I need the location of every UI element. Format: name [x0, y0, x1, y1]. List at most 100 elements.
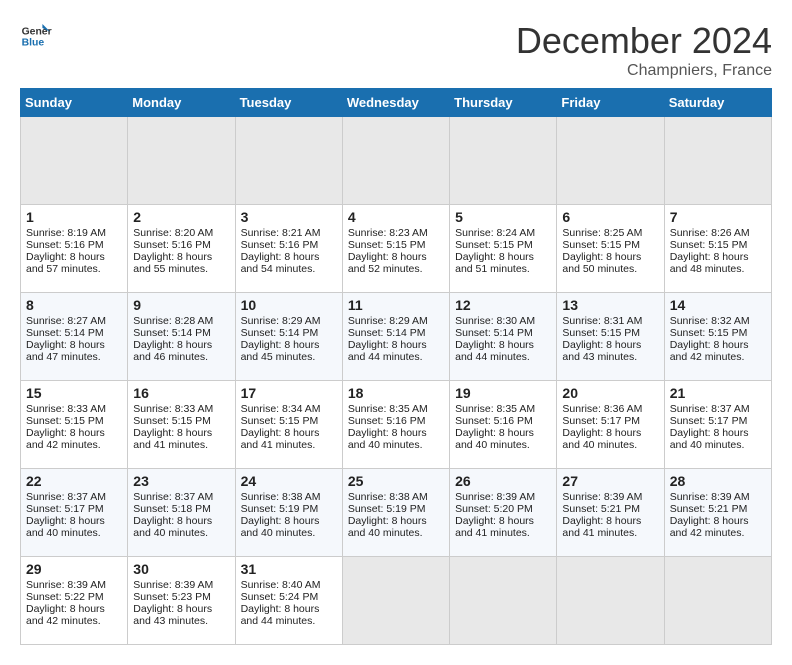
sunset-text: Sunset: 5:14 PM [455, 327, 551, 339]
sunrise-text: Sunrise: 8:28 AM [133, 315, 229, 327]
sunset-text: Sunset: 5:15 PM [670, 239, 766, 251]
daylight-text: Daylight: 8 hours and 40 minutes. [670, 427, 766, 451]
sunset-text: Sunset: 5:16 PM [26, 239, 122, 251]
calendar-cell [450, 557, 557, 645]
daylight-text: Daylight: 8 hours and 42 minutes. [670, 339, 766, 363]
daylight-text: Daylight: 8 hours and 42 minutes. [26, 603, 122, 627]
sunrise-text: Sunrise: 8:32 AM [670, 315, 766, 327]
calendar-cell: 23Sunrise: 8:37 AMSunset: 5:18 PMDayligh… [128, 469, 235, 557]
calendar-header-row: SundayMondayTuesdayWednesdayThursdayFrid… [21, 89, 772, 117]
daylight-text: Daylight: 8 hours and 45 minutes. [241, 339, 337, 363]
day-of-week-header: Monday [128, 89, 235, 117]
sunset-text: Sunset: 5:21 PM [562, 503, 658, 515]
calendar-week-row [21, 117, 772, 205]
sunrise-text: Sunrise: 8:39 AM [455, 491, 551, 503]
header: General Blue December 2024 Champniers, F… [20, 20, 772, 80]
calendar-cell: 9Sunrise: 8:28 AMSunset: 5:14 PMDaylight… [128, 293, 235, 381]
daylight-text: Daylight: 8 hours and 41 minutes. [133, 427, 229, 451]
sunrise-text: Sunrise: 8:37 AM [133, 491, 229, 503]
sunrise-text: Sunrise: 8:37 AM [670, 403, 766, 415]
sunrise-text: Sunrise: 8:19 AM [26, 227, 122, 239]
logo: General Blue [20, 20, 52, 52]
daylight-text: Daylight: 8 hours and 43 minutes. [562, 339, 658, 363]
calendar-cell: 27Sunrise: 8:39 AMSunset: 5:21 PMDayligh… [557, 469, 664, 557]
sunset-text: Sunset: 5:17 PM [26, 503, 122, 515]
sunrise-text: Sunrise: 8:39 AM [562, 491, 658, 503]
daylight-text: Daylight: 8 hours and 42 minutes. [670, 515, 766, 539]
sunset-text: Sunset: 5:15 PM [241, 415, 337, 427]
day-number: 8 [26, 297, 122, 313]
calendar-week-row: 29Sunrise: 8:39 AMSunset: 5:22 PMDayligh… [21, 557, 772, 645]
calendar-cell: 1Sunrise: 8:19 AMSunset: 5:16 PMDaylight… [21, 205, 128, 293]
sunset-text: Sunset: 5:15 PM [455, 239, 551, 251]
sunset-text: Sunset: 5:14 PM [133, 327, 229, 339]
calendar-cell: 8Sunrise: 8:27 AMSunset: 5:14 PMDaylight… [21, 293, 128, 381]
calendar-cell: 25Sunrise: 8:38 AMSunset: 5:19 PMDayligh… [342, 469, 449, 557]
sunrise-text: Sunrise: 8:39 AM [26, 579, 122, 591]
sunset-text: Sunset: 5:16 PM [133, 239, 229, 251]
day-number: 17 [241, 385, 337, 401]
calendar-week-row: 15Sunrise: 8:33 AMSunset: 5:15 PMDayligh… [21, 381, 772, 469]
sunrise-text: Sunrise: 8:34 AM [241, 403, 337, 415]
calendar-cell: 24Sunrise: 8:38 AMSunset: 5:19 PMDayligh… [235, 469, 342, 557]
day-number: 29 [26, 561, 122, 577]
day-number: 4 [348, 209, 444, 225]
sunrise-text: Sunrise: 8:31 AM [562, 315, 658, 327]
calendar-cell [342, 557, 449, 645]
day-number: 28 [670, 473, 766, 489]
calendar-cell [450, 117, 557, 205]
day-number: 20 [562, 385, 658, 401]
calendar-cell: 28Sunrise: 8:39 AMSunset: 5:21 PMDayligh… [664, 469, 771, 557]
daylight-text: Daylight: 8 hours and 51 minutes. [455, 251, 551, 275]
calendar-week-row: 8Sunrise: 8:27 AMSunset: 5:14 PMDaylight… [21, 293, 772, 381]
calendar-week-row: 1Sunrise: 8:19 AMSunset: 5:16 PMDaylight… [21, 205, 772, 293]
calendar-cell: 10Sunrise: 8:29 AMSunset: 5:14 PMDayligh… [235, 293, 342, 381]
day-number: 22 [26, 473, 122, 489]
sunrise-text: Sunrise: 8:33 AM [26, 403, 122, 415]
sunset-text: Sunset: 5:17 PM [562, 415, 658, 427]
calendar-cell: 16Sunrise: 8:33 AMSunset: 5:15 PMDayligh… [128, 381, 235, 469]
sunrise-text: Sunrise: 8:26 AM [670, 227, 766, 239]
daylight-text: Daylight: 8 hours and 43 minutes. [133, 603, 229, 627]
sunrise-text: Sunrise: 8:38 AM [241, 491, 337, 503]
daylight-text: Daylight: 8 hours and 44 minutes. [241, 603, 337, 627]
daylight-text: Daylight: 8 hours and 44 minutes. [348, 339, 444, 363]
daylight-text: Daylight: 8 hours and 55 minutes. [133, 251, 229, 275]
sunrise-text: Sunrise: 8:37 AM [26, 491, 122, 503]
logo-icon: General Blue [20, 20, 52, 52]
sunrise-text: Sunrise: 8:29 AM [241, 315, 337, 327]
day-number: 27 [562, 473, 658, 489]
calendar-cell: 3Sunrise: 8:21 AMSunset: 5:16 PMDaylight… [235, 205, 342, 293]
daylight-text: Daylight: 8 hours and 41 minutes. [455, 515, 551, 539]
calendar-cell: 7Sunrise: 8:26 AMSunset: 5:15 PMDaylight… [664, 205, 771, 293]
day-number: 11 [348, 297, 444, 313]
day-number: 30 [133, 561, 229, 577]
day-number: 3 [241, 209, 337, 225]
sunset-text: Sunset: 5:15 PM [348, 239, 444, 251]
sunset-text: Sunset: 5:19 PM [348, 503, 444, 515]
day-number: 6 [562, 209, 658, 225]
location-title: Champniers, France [516, 62, 772, 80]
sunrise-text: Sunrise: 8:36 AM [562, 403, 658, 415]
sunset-text: Sunset: 5:22 PM [26, 591, 122, 603]
calendar-cell: 13Sunrise: 8:31 AMSunset: 5:15 PMDayligh… [557, 293, 664, 381]
sunrise-text: Sunrise: 8:20 AM [133, 227, 229, 239]
sunrise-text: Sunrise: 8:23 AM [348, 227, 444, 239]
daylight-text: Daylight: 8 hours and 48 minutes. [670, 251, 766, 275]
calendar-cell: 11Sunrise: 8:29 AMSunset: 5:14 PMDayligh… [342, 293, 449, 381]
day-number: 9 [133, 297, 229, 313]
daylight-text: Daylight: 8 hours and 40 minutes. [455, 427, 551, 451]
sunset-text: Sunset: 5:18 PM [133, 503, 229, 515]
calendar-cell: 22Sunrise: 8:37 AMSunset: 5:17 PMDayligh… [21, 469, 128, 557]
calendar-cell: 20Sunrise: 8:36 AMSunset: 5:17 PMDayligh… [557, 381, 664, 469]
sunrise-text: Sunrise: 8:35 AM [455, 403, 551, 415]
day-number: 10 [241, 297, 337, 313]
day-of-week-header: Wednesday [342, 89, 449, 117]
sunset-text: Sunset: 5:20 PM [455, 503, 551, 515]
day-number: 24 [241, 473, 337, 489]
calendar-cell: 18Sunrise: 8:35 AMSunset: 5:16 PMDayligh… [342, 381, 449, 469]
daylight-text: Daylight: 8 hours and 40 minutes. [348, 427, 444, 451]
calendar-cell: 14Sunrise: 8:32 AMSunset: 5:15 PMDayligh… [664, 293, 771, 381]
day-number: 26 [455, 473, 551, 489]
calendar-cell: 29 Sunrise: 8:39 AMSunset: 5:22 PMDayligh… [21, 557, 128, 645]
